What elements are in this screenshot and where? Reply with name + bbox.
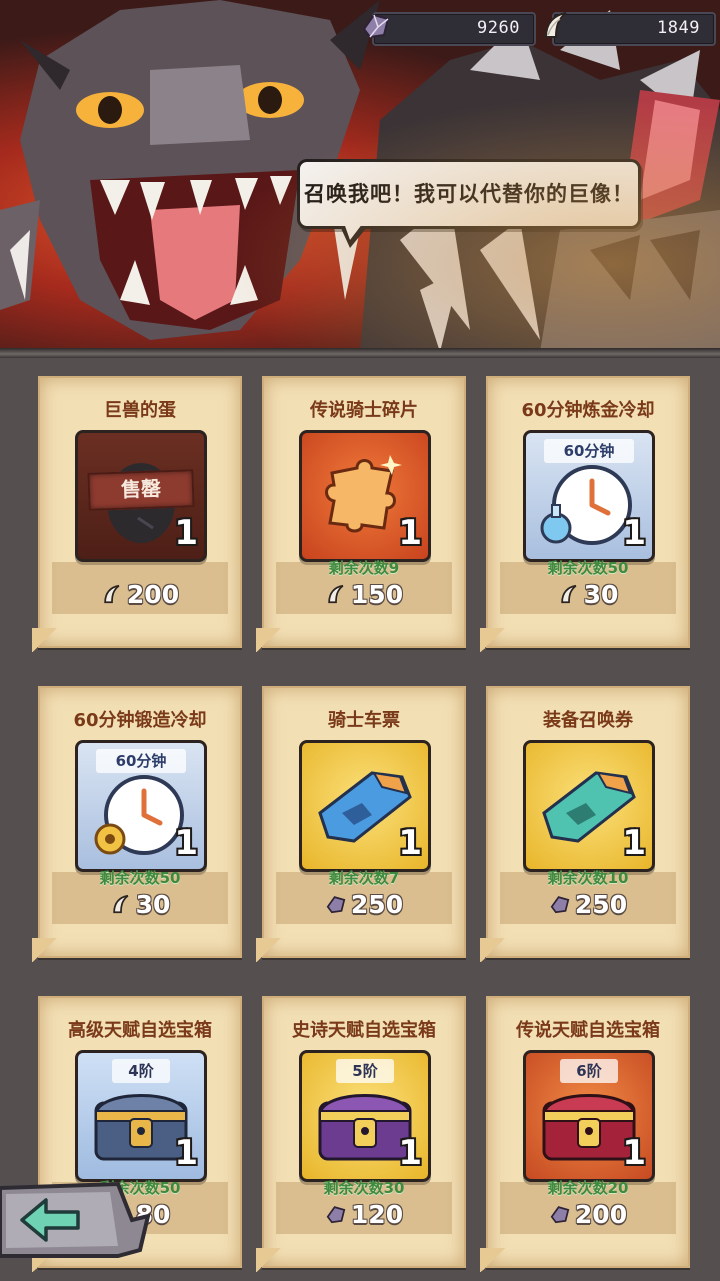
claw-currency-box: 1849 xyxy=(552,12,716,46)
claw-tooth-icon xyxy=(104,584,120,604)
item-icon-frame: 6阶 1 xyxy=(523,1050,655,1182)
shop-item-card[interactable]: 史诗天赋自选宝箱 5阶 1 剩余次数30 120 xyxy=(256,996,466,1272)
item-quantity: 1 xyxy=(622,823,646,863)
item-quantity: 1 xyxy=(398,823,422,863)
shop-item-card[interactable]: 60分钟炼金冷却 60分钟 1 剩余次数50 30 xyxy=(480,376,690,652)
item-title: 装备召唤券 xyxy=(543,710,633,731)
speech-bubble: 召唤我吧！我可以代替你的巨像！ xyxy=(297,159,641,248)
remaining-count: 剩余次数10 xyxy=(547,869,629,887)
item-icon-frame: 60分钟 1 xyxy=(523,430,655,562)
item-price[interactable]: 250 xyxy=(264,890,464,919)
purple-crystal-icon xyxy=(550,896,570,914)
claw-tooth-icon xyxy=(544,12,567,38)
remaining-count: 剩余次数9 xyxy=(328,559,400,577)
item-icon-frame: 1 xyxy=(299,430,431,562)
speech-text: 召唤我吧！我可以代替你的巨像！ xyxy=(304,182,634,206)
item-title: 60分钟锻造冷却 xyxy=(73,710,207,731)
item-price[interactable]: 200 xyxy=(40,580,240,609)
shop-item-card[interactable]: 传说天赋自选宝箱 6阶 1 剩余次数20 200 xyxy=(480,996,690,1272)
shop-item-card[interactable]: 巨兽的蛋 售罄 1 200 xyxy=(32,376,242,652)
item-icon-frame: 5阶 1 xyxy=(299,1050,431,1182)
summon-banner: 9260 1849 召唤我吧！我可以代替你的巨像！ xyxy=(0,0,720,352)
claw-amount: 1849 xyxy=(657,18,700,38)
remaining-count: 剩余次数50 xyxy=(547,559,629,577)
item-quantity: 1 xyxy=(622,1133,646,1173)
remaining-count: 剩余次数7 xyxy=(328,869,400,887)
shop-grid: 巨兽的蛋 售罄 1 200 传说骑士碎片 1 剩余次数9 150 60分钟炼金冷… xyxy=(0,358,720,1281)
tier-tag: 4阶 xyxy=(112,1059,170,1083)
item-price[interactable]: 30 xyxy=(488,580,688,609)
item-title: 高级天赋自选宝箱 xyxy=(68,1020,212,1041)
item-price[interactable]: 120 xyxy=(264,1200,464,1229)
item-quantity: 1 xyxy=(398,513,422,553)
item-icon-frame: 1 xyxy=(523,740,655,872)
item-title: 巨兽的蛋 xyxy=(104,400,176,421)
remaining-count: 剩余次数50 xyxy=(99,869,181,887)
shop-item-card[interactable]: 传说骑士碎片 1 剩余次数9 150 xyxy=(256,376,466,652)
item-icon-frame: 售罄 1 xyxy=(75,430,207,562)
item-title: 传说天赋自选宝箱 xyxy=(516,1020,660,1041)
tier-tag: 5阶 xyxy=(336,1059,394,1083)
item-price[interactable]: 200 xyxy=(488,1200,688,1229)
claw-tooth-icon xyxy=(328,584,344,604)
crystal-currency-box: 9260 xyxy=(372,12,536,46)
item-price[interactable]: 30 xyxy=(40,890,240,919)
item-quantity: 1 xyxy=(174,823,198,863)
purple-crystal-icon xyxy=(550,1206,570,1224)
shop-item-card[interactable]: 60分钟锻造冷却 60分钟 1 剩余次数50 30 xyxy=(32,686,242,962)
purple-crystal-icon xyxy=(326,1206,346,1224)
remaining-count: 剩余次数30 xyxy=(323,1179,405,1197)
item-quantity: 1 xyxy=(622,513,646,553)
purple-crystal-icon xyxy=(362,13,390,39)
tier-tag: 6阶 xyxy=(560,1059,618,1083)
item-title: 骑士车票 xyxy=(328,710,400,731)
shop-item-card[interactable]: 装备召唤券 1 剩余次数10 250 xyxy=(480,686,690,962)
item-quantity: 1 xyxy=(174,1133,198,1173)
item-title: 传说骑士碎片 xyxy=(310,400,418,421)
item-price[interactable]: 150 xyxy=(264,580,464,609)
claw-tooth-icon xyxy=(560,584,577,604)
back-button[interactable] xyxy=(0,1180,150,1260)
sold-out-badge: 售罄 xyxy=(87,469,195,511)
dragon-illustration xyxy=(0,0,720,352)
item-title: 史诗天赋自选宝箱 xyxy=(292,1020,436,1041)
item-quantity: 1 xyxy=(174,513,198,553)
duration-tag: 60分钟 xyxy=(544,439,634,463)
remaining-count: 剩余次数20 xyxy=(547,1179,629,1197)
item-icon-frame: 60分钟 1 xyxy=(75,740,207,872)
banner-divider xyxy=(0,348,720,358)
purple-crystal-icon xyxy=(326,896,346,914)
crystal-amount: 9260 xyxy=(477,18,520,38)
shop-item-card[interactable]: 骑士车票 1 剩余次数7 250 xyxy=(256,686,466,962)
claw-tooth-icon xyxy=(112,894,129,914)
duration-tag: 60分钟 xyxy=(96,749,186,773)
item-icon-frame: 4阶 1 xyxy=(75,1050,207,1182)
item-price[interactable]: 250 xyxy=(488,890,688,919)
item-quantity: 1 xyxy=(398,1133,422,1173)
item-icon-frame: 1 xyxy=(299,740,431,872)
item-title: 60分钟炼金冷却 xyxy=(521,400,655,421)
